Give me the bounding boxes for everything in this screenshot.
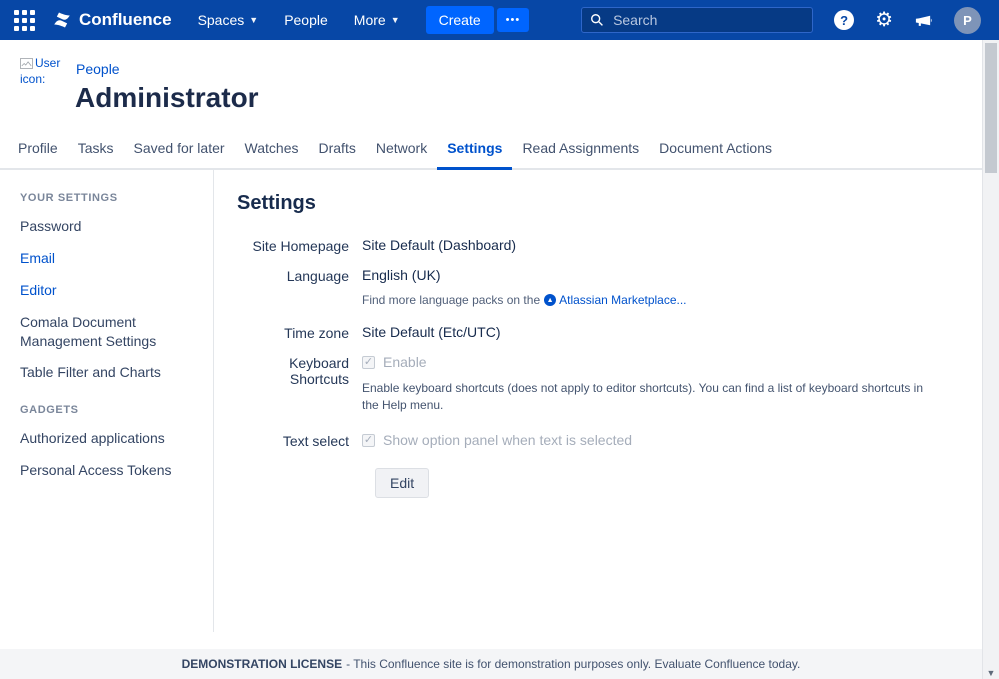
brand-name: Confluence xyxy=(79,10,172,29)
chevron-down-icon: ▼ xyxy=(249,15,259,25)
page-title: Administrator xyxy=(75,82,259,113)
confluence-settings-page: Confluence Spaces ▼ People More ▼ Create… xyxy=(0,0,999,679)
sidebar-item-personal-access-tokens[interactable]: Personal Access Tokens xyxy=(20,461,193,480)
sidebar-item-editor[interactable]: Editor xyxy=(20,281,193,300)
license-footer-text: - This Confluence site is for demonstrat… xyxy=(346,657,801,671)
tab-tasks[interactable]: Tasks xyxy=(68,128,124,168)
help-icon[interactable]: ? xyxy=(834,10,855,30)
settings-title: Settings xyxy=(237,192,316,214)
create-button[interactable]: Create xyxy=(425,6,494,34)
gear-icon[interactable]: ⚙ xyxy=(875,10,893,30)
time-zone-value: Site Default (Etc/UTC) xyxy=(362,324,501,340)
search-icon xyxy=(590,13,604,27)
marketplace-icon: ▲ xyxy=(544,294,557,306)
row-time-zone: Time zone Site Default (Etc/UTC) xyxy=(237,324,982,341)
sidebar-item-email[interactable]: Email xyxy=(20,249,193,268)
nav-icon-group: ? ⚙ P xyxy=(834,6,981,34)
tab-read-assignments[interactable]: Read Assignments xyxy=(512,128,649,168)
breadcrumb-people-link[interactable]: People xyxy=(76,61,120,77)
sidebar-item-table-filter-charts[interactable]: Table Filter and Charts xyxy=(20,363,193,382)
language-value: English (UK) xyxy=(362,267,441,283)
tab-settings[interactable]: Settings xyxy=(437,128,513,170)
scrollbar-down-arrow[interactable]: ▼ xyxy=(983,668,999,678)
sidebar-item-password[interactable]: Password xyxy=(20,217,193,236)
row-site-homepage: Site Homepage Site Default (Dashboard) xyxy=(237,237,982,254)
tab-profile[interactable]: Profile xyxy=(8,128,68,168)
nav-spaces[interactable]: Spaces ▼ xyxy=(198,12,259,28)
tab-saved-for-later[interactable]: Saved for later xyxy=(123,128,234,168)
sidebar-heading-your-settings: YOUR SETTINGS xyxy=(20,192,118,204)
language-label: Language xyxy=(286,268,349,284)
scrollbar-thumb[interactable] xyxy=(985,43,997,173)
language-note-text: Find more language packs on the xyxy=(362,293,541,307)
keyboard-shortcuts-description: Enable keyboard shortcuts (does not appl… xyxy=(362,381,923,413)
edit-button[interactable]: Edit xyxy=(375,467,430,498)
settings-sidebar: YOUR SETTINGS Password Email Editor Coma… xyxy=(0,170,214,632)
megaphone-icon[interactable] xyxy=(914,11,933,30)
marketplace-link[interactable]: ▲ Atlassian Marketplace... xyxy=(544,293,687,307)
row-text-select: Text select ✓ Show option panel when tex… xyxy=(237,432,982,449)
sidebar-item-comala-settings[interactable]: Comala Document Management Settings xyxy=(20,313,193,351)
site-homepage-label: Site Homepage xyxy=(252,238,349,254)
tab-document-actions[interactable]: Document Actions xyxy=(649,128,782,168)
tab-network[interactable]: Network xyxy=(366,128,437,168)
search-box[interactable] xyxy=(581,7,814,33)
text-select-label: Text select xyxy=(282,432,349,449)
nav-people[interactable]: People xyxy=(284,12,328,28)
license-footer: DEMONSTRATION LICENSE - This Confluence … xyxy=(0,649,982,679)
profile-header: User icon: People Administrator xyxy=(0,40,982,128)
nav-more[interactable]: More ▼ xyxy=(354,12,400,28)
tab-drafts[interactable]: Drafts xyxy=(309,128,366,168)
site-homepage-value: Site Default (Dashboard) xyxy=(362,237,517,253)
sidebar-item-authorized-applications[interactable]: Authorized applications xyxy=(20,429,193,448)
profile-tabs: Profile Tasks Saved for later Watches Dr… xyxy=(0,128,982,170)
sidebar-heading-gadgets: GADGETS xyxy=(20,404,79,417)
tab-watches[interactable]: Watches xyxy=(235,128,309,168)
vertical-scrollbar[interactable]: ▼ xyxy=(982,40,999,679)
settings-content: Settings Site Homepage Site Default (Das… xyxy=(215,170,982,498)
create-overflow-button[interactable]: ••• xyxy=(496,8,530,32)
chevron-down-icon: ▼ xyxy=(390,15,400,25)
keyboard-shortcuts-checkbox: ✓ xyxy=(362,355,375,369)
confluence-logo[interactable]: Confluence xyxy=(52,10,172,30)
language-note: Find more language packs on the ▲ Atlass… xyxy=(362,293,687,307)
user-avatar[interactable]: P xyxy=(954,6,981,34)
row-keyboard-shortcuts: Keyboard Shortcuts ✓ Enable Enable keybo… xyxy=(237,354,982,415)
time-zone-label: Time zone xyxy=(284,325,349,341)
license-footer-bold: DEMONSTRATION LICENSE xyxy=(181,657,343,671)
keyboard-shortcuts-label: Keyboard Shortcuts xyxy=(289,355,349,387)
row-language: Language English (UK) Find more language… xyxy=(237,267,982,307)
text-select-checkbox: ✓ xyxy=(362,433,375,447)
confluence-logo-icon xyxy=(52,10,72,30)
text-select-checkbox-label: Show option panel when text is selected xyxy=(383,432,633,449)
keyboard-shortcuts-checkbox-label: Enable xyxy=(383,354,427,370)
top-navigation-bar: Confluence Spaces ▼ People More ▼ Create… xyxy=(0,0,999,40)
search-input[interactable] xyxy=(611,11,805,29)
user-profile-broken-image: User icon: xyxy=(20,56,66,112)
app-switcher-icon[interactable] xyxy=(14,9,35,31)
